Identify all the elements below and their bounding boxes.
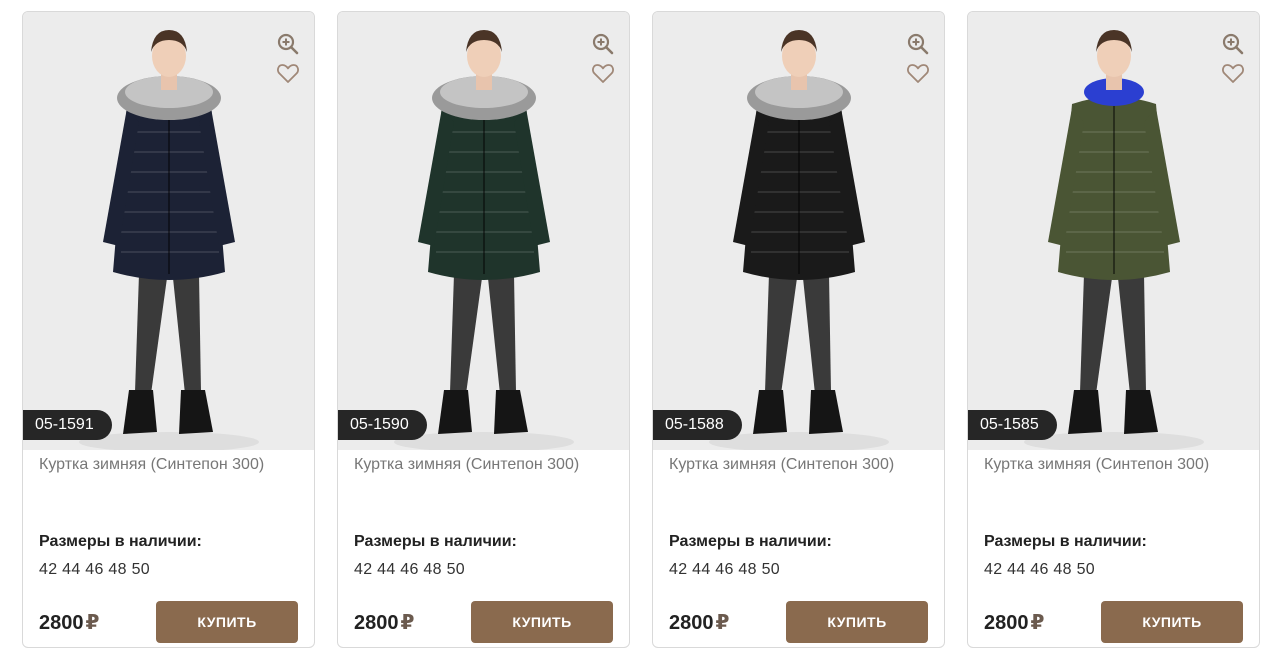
product-title[interactable]: Куртка зимняя (Синтепон 300) [354, 454, 619, 476]
sku-badge: 05-1588 [653, 410, 742, 440]
currency-symbol: ₽ [1030, 612, 1045, 634]
currency-symbol: ₽ [85, 612, 100, 634]
sizes-label: Размеры в наличии: [984, 533, 1147, 550]
sizes-label: Размеры в наличии: [354, 533, 517, 550]
product-title[interactable]: Куртка зимняя (Синтепон 300) [984, 454, 1249, 476]
product-image [968, 12, 1259, 450]
product-title[interactable]: Куртка зимняя (Синтепон 300) [669, 454, 934, 476]
buy-button[interactable]: КУПИТЬ [156, 601, 298, 643]
sizes-list: 42 44 46 48 50 [984, 561, 1095, 578]
currency-symbol: ₽ [715, 612, 730, 634]
product-image [23, 12, 314, 450]
price: 2800 ₽ [39, 610, 99, 635]
price: 2800 ₽ [669, 610, 729, 635]
price-value: 2800 [984, 612, 1029, 634]
product-title[interactable]: Куртка зимняя (Синтепон 300) [39, 454, 304, 476]
product-photo[interactable]: 05-1591 [23, 12, 314, 450]
zoom-in-icon[interactable] [1221, 32, 1245, 56]
price-value: 2800 [669, 612, 714, 634]
buy-button[interactable]: КУПИТЬ [471, 601, 613, 643]
product-image [653, 12, 944, 450]
zoom-in-icon[interactable] [906, 32, 930, 56]
product-photo[interactable]: 05-1585 [968, 12, 1259, 450]
buy-button[interactable]: КУПИТЬ [1101, 601, 1243, 643]
product-card[interactable]: 05-1588 Куртка зимняя (Синтепон 300) Раз… [652, 11, 945, 648]
zoom-in-icon[interactable] [591, 32, 615, 56]
heart-icon[interactable] [906, 62, 930, 84]
zoom-in-icon[interactable] [276, 32, 300, 56]
heart-icon[interactable] [1221, 62, 1245, 84]
product-card[interactable]: 05-1585 Куртка зимняя (Синтепон 300) Раз… [967, 11, 1260, 648]
price-value: 2800 [354, 612, 399, 634]
product-photo[interactable]: 05-1590 [338, 12, 629, 450]
sku-badge: 05-1591 [23, 410, 112, 440]
sizes-list: 42 44 46 48 50 [354, 561, 465, 578]
product-card[interactable]: 05-1590 Куртка зимняя (Синтепон 300) Раз… [337, 11, 630, 648]
price: 2800 ₽ [354, 610, 414, 635]
price-value: 2800 [39, 612, 84, 634]
product-card[interactable]: 05-1591 Куртка зимняя (Синтепон 300) Раз… [22, 11, 315, 648]
sizes-label: Размеры в наличии: [39, 533, 202, 550]
currency-symbol: ₽ [400, 612, 415, 634]
heart-icon[interactable] [276, 62, 300, 84]
price: 2800 ₽ [984, 610, 1044, 635]
product-photo[interactable]: 05-1588 [653, 12, 944, 450]
heart-icon[interactable] [591, 62, 615, 84]
product-image [338, 12, 629, 450]
product-grid: 05-1591 Куртка зимняя (Синтепон 300) Раз… [0, 0, 1280, 658]
sizes-list: 42 44 46 48 50 [39, 561, 150, 578]
sku-badge: 05-1590 [338, 410, 427, 440]
sizes-list: 42 44 46 48 50 [669, 561, 780, 578]
buy-button[interactable]: КУПИТЬ [786, 601, 928, 643]
sku-badge: 05-1585 [968, 410, 1057, 440]
sizes-label: Размеры в наличии: [669, 533, 832, 550]
